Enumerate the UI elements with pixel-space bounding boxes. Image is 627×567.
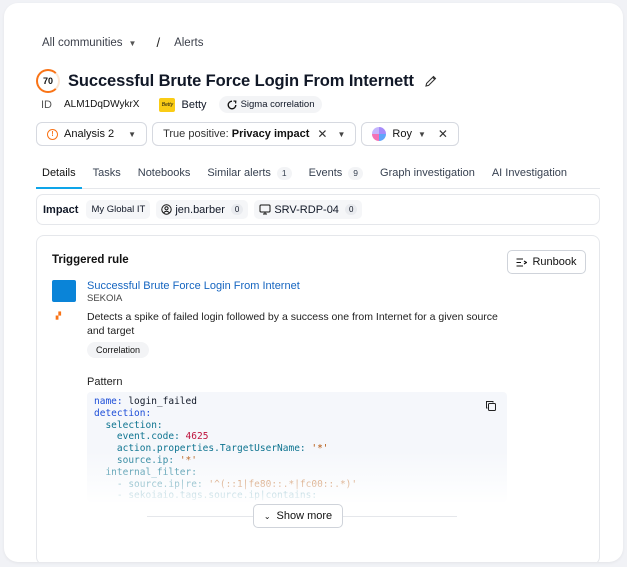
runbook-button[interactable]: Runbook [507, 250, 586, 274]
rule-tag: Correlation [87, 342, 150, 358]
urgency-score-badge: 70 [36, 69, 60, 93]
code-line: detection: [94, 407, 152, 419]
verdict-dropdown[interactable]: True positive: Privacy impact ✕ ▼ [152, 122, 357, 146]
impact-entity[interactable]: My Global IT [86, 200, 151, 219]
tab-ai-investigation[interactable]: AI Investigation [486, 163, 573, 189]
analysis-dropdown[interactable]: ! Analysis 2 ▼ [36, 122, 148, 146]
alert-meta: ID ALM1DqDWykrX Betty Betty Sigma correl… [41, 96, 323, 113]
warning-icon: ! [47, 128, 58, 140]
source-tag: Sigma correlation [218, 96, 323, 113]
copy-icon[interactable] [485, 400, 497, 415]
pattern-label: Pattern [87, 376, 123, 388]
avatar [372, 127, 387, 141]
sigma-icon [227, 99, 237, 109]
community-selector[interactable]: All communities ▼ [42, 37, 136, 49]
impact-bar: Impact My Global IT jen.barber 0 SRV-RDP… [36, 194, 600, 225]
rule-description: Detects a spike of failed login followed… [87, 311, 498, 337]
rule-name-link[interactable]: Successful Brute Force Login From Intern… [87, 280, 300, 292]
owner-logo: Betty [159, 97, 176, 112]
triggered-rule-card: Triggered rule Runbook Successful Brute … [36, 235, 600, 562]
impact-host[interactable]: SRV-RDP-04 0 [254, 200, 363, 219]
code-line: event.code: 4625 [116, 431, 209, 443]
list-icon [516, 257, 528, 267]
owner-name: Betty [181, 98, 207, 111]
clear-icon[interactable]: ✕ [317, 127, 327, 141]
tab-count: 1 [276, 167, 292, 180]
breadcrumb: All communities ▼ / Alerts [42, 35, 203, 50]
chevron-down-icon: ⌄ [263, 511, 271, 521]
breadcrumb-current[interactable]: Alerts [174, 37, 203, 49]
tab-tasks[interactable]: Tasks [87, 163, 127, 189]
rule-marker-icon: ▗▘ [53, 313, 64, 320]
section-title: Triggered rule [52, 254, 129, 266]
alert-detail-panel: All communities ▼ / Alerts 70 Successful … [4, 3, 623, 562]
rule-logo [52, 280, 76, 302]
tab-graph-investigation[interactable]: Graph investigation [374, 163, 481, 189]
tab-events[interactable]: Events 9 [303, 163, 369, 189]
tab-notebooks[interactable]: Notebooks [132, 163, 197, 189]
chevron-down-icon: ▼ [337, 129, 346, 139]
breadcrumb-separator: / [156, 35, 161, 50]
pencil-icon[interactable] [424, 74, 438, 88]
code-line: name: login_failed [94, 396, 197, 407]
status-chips: ! Analysis 2 ▼ True positive: Privacy im… [36, 122, 459, 146]
alert-id: ALM1DqDWykrX [64, 99, 140, 110]
code-line: selection: [105, 419, 163, 431]
clear-icon[interactable]: ✕ [438, 127, 448, 141]
tab-count: 9 [348, 167, 364, 180]
id-label: ID [41, 98, 52, 111]
show-more-button[interactable]: ⌄ Show more [253, 504, 343, 528]
assignee-dropdown[interactable]: Roy ▼ ✕ [361, 122, 459, 146]
chevron-down-icon: ▼ [128, 38, 137, 48]
tab-similar-alerts[interactable]: Similar alerts 1 [201, 163, 297, 189]
alert-title-row: 70 Successful Brute Force Login From Int… [36, 69, 438, 93]
chevron-down-icon: ▼ [128, 129, 137, 139]
rule-author: SEKOIA [87, 293, 123, 304]
impact-count: 0 [230, 204, 244, 215]
chevron-down-icon: ▼ [417, 129, 426, 139]
code-fade [87, 451, 507, 511]
tab-details[interactable]: Details [36, 163, 82, 189]
impact-user[interactable]: jen.barber 0 [156, 200, 249, 219]
alert-title: Successful Brute Force Login From Intern… [68, 71, 414, 90]
tab-bar: Details Tasks Notebooks Similar alerts 1 … [36, 163, 600, 189]
user-icon [161, 204, 173, 215]
impact-label: Impact [43, 203, 79, 216]
impact-count: 0 [344, 204, 358, 215]
server-icon [259, 204, 271, 215]
